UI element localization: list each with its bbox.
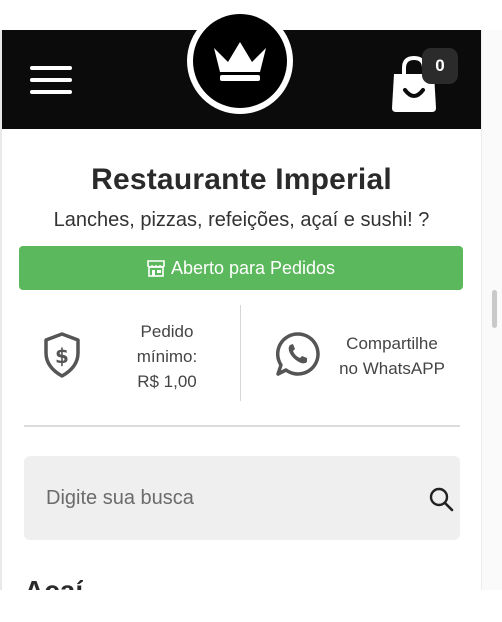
search-icon[interactable] [428, 486, 454, 512]
restaurant-logo [187, 8, 293, 114]
menu-icon[interactable] [30, 64, 74, 96]
min-order-info: $ Pedido mínimo: R$ 1,00 [22, 305, 240, 401]
whatsapp-share-text: Compartilhe no WhatsAPP [327, 331, 457, 381]
menu-bar [30, 90, 72, 94]
svg-text:$: $ [55, 344, 69, 368]
section-divider [24, 425, 460, 427]
share-label-line2: no WhatsAPP [339, 359, 445, 378]
info-row: $ Pedido mínimo: R$ 1,00 Compartilhe no … [22, 305, 462, 401]
logo-circle [193, 14, 287, 108]
min-order-label-line1: Pedido [140, 322, 194, 341]
share-label-line1: Compartilhe [346, 334, 438, 353]
cart-button[interactable]: 0 [388, 48, 460, 112]
shield-dollar-icon: $ [44, 332, 80, 378]
restaurant-name: Restaurante Imperial [91, 163, 392, 196]
category-title: Açaí [24, 571, 83, 590]
page-left-edge [0, 30, 2, 590]
app-frame: 0 Restaurante Imperial Lanches, pizzas, … [0, 0, 502, 622]
cart-count-badge: 0 [422, 48, 458, 84]
menu-bar [30, 78, 72, 82]
menu-bar [30, 66, 72, 70]
search-box [24, 456, 460, 540]
min-order-value: R$ 1,00 [137, 372, 197, 391]
search-input[interactable] [46, 478, 406, 518]
min-order-text: Pedido mínimo: R$ 1,00 [124, 319, 210, 394]
crown-icon [214, 42, 266, 81]
whatsapp-icon [275, 332, 320, 376]
open-status-button[interactable]: Aberto para Pedidos [19, 246, 463, 290]
min-order-label-line2: mínimo: [136, 347, 198, 366]
restaurant-tagline: Lanches, pizzas, refeições, açaí e sushi… [53, 209, 430, 231]
store-icon [147, 260, 165, 277]
scrollbar-thumb[interactable] [492, 290, 497, 328]
bottom-blank [0, 590, 502, 622]
open-status-label: Aberto para Pedidos [170, 257, 336, 278]
whatsapp-share-link[interactable]: Compartilhe no WhatsAPP [241, 305, 462, 401]
main-content: Restaurante Imperial Lanches, pizzas, re… [2, 129, 481, 590]
